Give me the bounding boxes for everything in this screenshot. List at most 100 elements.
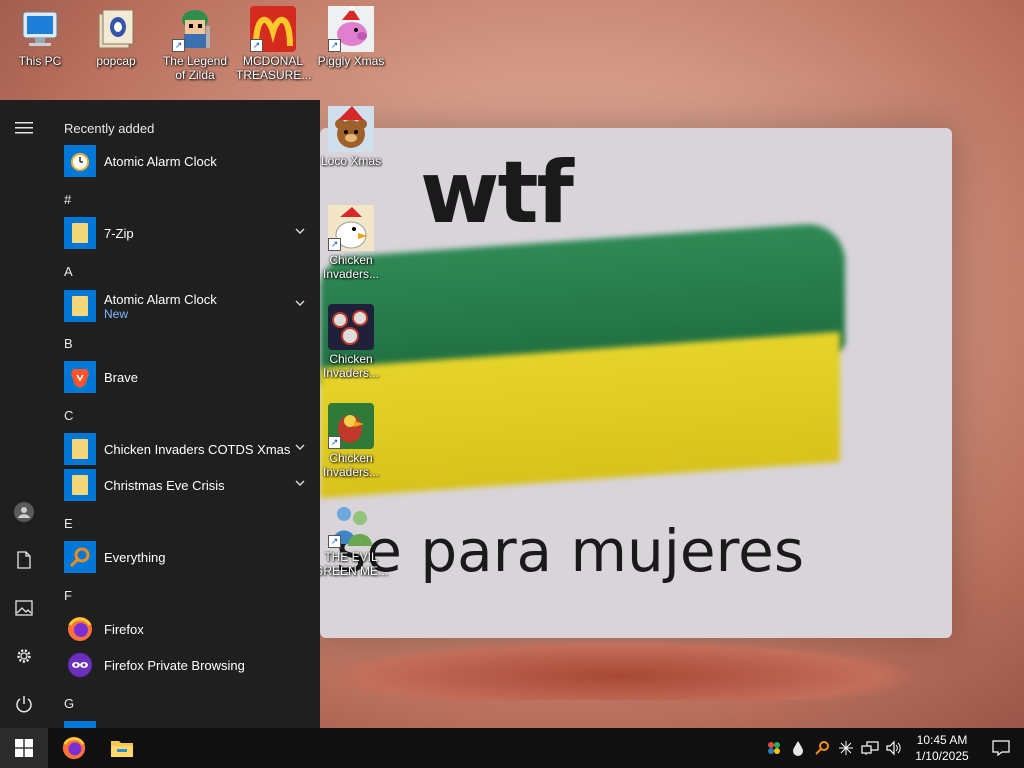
desktop-icon-label: THE EVIL GREEN ME... <box>314 550 389 578</box>
desktop-icon-label: The Legend of Zilda <box>162 54 228 82</box>
folder-icon <box>64 469 96 501</box>
power-icon[interactable] <box>0 680 48 728</box>
folder-icon <box>64 217 96 249</box>
network-hub-icon[interactable] <box>834 728 858 768</box>
desktop-icon-evil-green-me[interactable]: ↗ THE EVIL GREEN ME... <box>314 502 388 578</box>
app-name: Chicken Invaders COTDS Xmas <box>104 441 291 457</box>
documents-icon[interactable] <box>0 536 48 584</box>
folder-icon <box>64 290 96 322</box>
app-folder-christmas-eve-crisis[interactable]: Christmas Eve Crisis <box>64 468 310 502</box>
app-item-firefox[interactable]: Firefox <box>64 612 310 646</box>
magnifier-icon <box>64 541 96 573</box>
start-menu: Recently added Atomic Alarm Clock # 7-Zi… <box>0 100 320 728</box>
desktop-icon-label: Chicken Invaders... <box>322 253 380 281</box>
desktop-icon-label: popcap <box>96 54 136 68</box>
app-icon <box>64 721 96 728</box>
chevron-down-icon <box>295 480 305 486</box>
group-header-hash[interactable]: # <box>64 192 71 207</box>
chevron-down-icon <box>295 228 305 234</box>
desktop-icon-piggly-xmas[interactable]: ↗ Piggly Xmas <box>314 5 388 68</box>
desktop-icon-chicken-invaders-2[interactable]: Chicken Invaders... <box>314 304 388 380</box>
chevron-down-icon <box>295 300 305 306</box>
search-app-icon[interactable] <box>810 728 834 768</box>
group-header-a[interactable]: A <box>64 264 73 279</box>
app-name: Atomic Alarm Clock <box>104 291 217 307</box>
app-item-partial[interactable] <box>64 720 310 728</box>
mcdonalds-logo-icon: ↗ <box>250 6 296 52</box>
app-folder-chicken-invaders-cotds-xmas[interactable]: Chicken Invaders COTDS Xmas <box>64 432 310 466</box>
desktop-icon-label: This PC <box>18 54 62 68</box>
menu-icon[interactable] <box>0 104 48 152</box>
chevron-down-icon <box>295 444 305 450</box>
new-badge: New <box>104 306 129 321</box>
app-name: Firefox Private Browsing <box>104 657 245 673</box>
app-name: Brave <box>104 369 138 385</box>
app-folder-atomic-alarm-clock[interactable]: Atomic Alarm Clock New <box>64 288 310 324</box>
shortcut-arrow-icon: ↗ <box>328 436 341 449</box>
folder-icon <box>64 433 96 465</box>
shortcut-arrow-icon: ↗ <box>250 39 263 52</box>
app-name: Christmas Eve Crisis <box>104 477 225 493</box>
folder-icon <box>93 6 139 52</box>
group-header-e[interactable]: E <box>64 516 73 531</box>
group-header-g[interactable]: G <box>64 696 74 711</box>
desktop-icon-chicken-invaders-1[interactable]: ↗ Chicken Invaders... <box>314 205 388 281</box>
file-explorer-icon[interactable] <box>98 728 146 768</box>
network-icon[interactable] <box>858 728 882 768</box>
notification-icon[interactable] <box>978 728 1024 768</box>
app-folder-7zip[interactable]: 7-Zip <box>64 216 310 250</box>
shortcut-arrow-icon: ↗ <box>328 39 341 52</box>
app-name: Atomic Alarm Clock <box>104 153 217 169</box>
desktop-icon-this-pc[interactable]: This PC <box>3 6 77 68</box>
user-icon[interactable] <box>0 488 48 536</box>
clock[interactable]: 10:45 AM 1/10/2025 <box>906 732 978 764</box>
app-name: Firefox <box>104 621 144 637</box>
wallpaper-bottom-text: se para mujeres <box>336 517 805 585</box>
app-name: 7-Zip <box>104 225 134 241</box>
group-header-f[interactable]: F <box>64 588 72 603</box>
system-tray: 10:45 AM 1/10/2025 <box>762 728 1024 768</box>
desktop-icon-label: Chicken Invaders... <box>322 352 380 380</box>
firefox-icon[interactable] <box>50 728 98 768</box>
desktop-icon-loco-xmas[interactable]: Loco Xmas <box>314 106 388 168</box>
chicken-invaders-icon <box>328 304 374 350</box>
bear-icon <box>328 106 374 152</box>
windows-start-icon[interactable] <box>0 728 48 768</box>
desktop-icon-label: Chicken Invaders... <box>322 451 380 479</box>
chicken-invaders-icon: ↗ <box>328 403 374 449</box>
group-header-b[interactable]: B <box>64 336 73 351</box>
app-item-atomic-alarm-clock-recent[interactable]: Atomic Alarm Clock <box>64 144 310 178</box>
app-item-brave[interactable]: Brave <box>64 360 310 394</box>
computer-icon <box>17 6 63 52</box>
group-header-recently-added: Recently added <box>64 121 155 136</box>
desktop-icon-mcdonal-treasure[interactable]: ↗ MCDONAL TREASURE... <box>236 6 311 82</box>
app-name: Everything <box>104 549 166 565</box>
settings-icon[interactable] <box>0 632 48 680</box>
desktop-icon-legend-of-zilda[interactable]: ↗ The Legend of Zilda <box>158 6 232 82</box>
shortcut-arrow-icon: ↗ <box>328 238 341 251</box>
volume-icon[interactable] <box>882 728 906 768</box>
app-item-everything[interactable]: Everything <box>64 540 310 574</box>
taskbar: 10:45 AM 1/10/2025 <box>0 728 1024 768</box>
app-item-firefox-private-browsing[interactable]: Firefox Private Browsing <box>64 648 310 682</box>
brave-icon <box>64 361 96 393</box>
clock-time: 10:45 AM <box>916 733 968 747</box>
desktop-icon-chicken-invaders-3[interactable]: ↗ Chicken Invaders... <box>314 403 388 479</box>
desktop-icon-label: Loco Xmas <box>320 154 382 168</box>
pictures-icon[interactable] <box>0 584 48 632</box>
shortcut-arrow-icon: ↗ <box>172 39 185 52</box>
drop-icon[interactable] <box>786 728 810 768</box>
firefox-private-icon <box>64 649 96 681</box>
wallpaper-lips <box>320 640 920 700</box>
start-menu-app-list: Recently added Atomic Alarm Clock # 7-Zi… <box>48 100 320 728</box>
desktop-icon-popcap[interactable]: popcap <box>79 6 153 68</box>
pig-icon: ↗ <box>328 5 374 52</box>
group-header-c[interactable]: C <box>64 408 73 423</box>
clock-date: 1/10/2025 <box>915 749 969 763</box>
shortcut-arrow-icon: ↗ <box>328 535 341 548</box>
start-menu-rail <box>0 100 48 728</box>
colorful-app-icon[interactable] <box>762 728 786 768</box>
game-character-icon: ↗ <box>172 6 218 52</box>
people-icon: ↗ <box>328 502 374 548</box>
chicken-icon: ↗ <box>328 205 374 251</box>
